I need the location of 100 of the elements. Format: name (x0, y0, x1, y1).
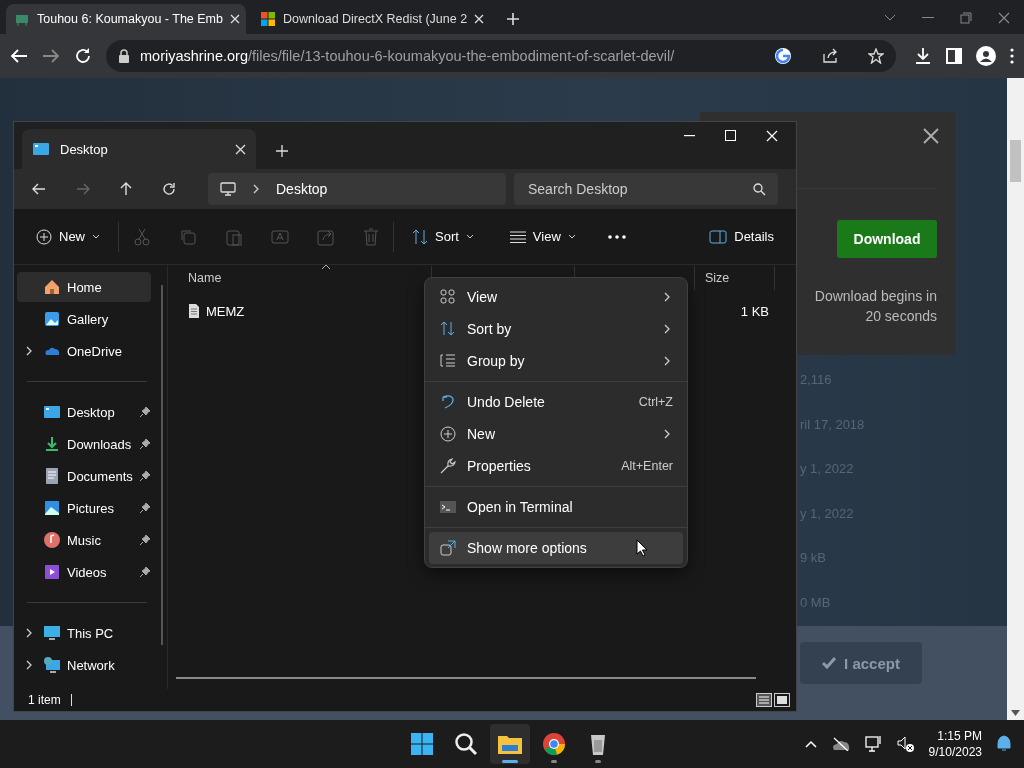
sort-icon (412, 228, 428, 245)
restore-icon[interactable] (960, 12, 972, 24)
nav-item[interactable]: Pictures (17, 493, 151, 523)
profile-icon[interactable] (976, 46, 996, 66)
clock[interactable]: 1:15 PM 9/10/2023 (928, 728, 982, 760)
text-file-icon (188, 303, 200, 319)
desktop-icon (43, 403, 61, 421)
nav-item[interactable]: Network (17, 650, 151, 680)
search-icon[interactable] (753, 183, 766, 196)
expand-chevron-icon[interactable] (25, 659, 33, 671)
caret-icon (465, 233, 474, 240)
more-icon[interactable] (607, 234, 626, 239)
menu-item[interactable]: Undo Delete Ctrl+Z (429, 386, 683, 418)
new-button[interactable]: New (32, 224, 104, 249)
wrench-icon (439, 457, 457, 475)
gallery-icon (43, 310, 61, 328)
menu-item[interactable]: New (429, 418, 683, 450)
close-icon[interactable] (923, 128, 939, 144)
file-name[interactable]: MEMZ (206, 303, 245, 319)
recycle-bin-icon (588, 732, 608, 756)
forward-icon[interactable] (76, 183, 90, 195)
sort-button[interactable]: Sort (408, 224, 478, 249)
download-icon[interactable] (914, 47, 932, 65)
monitor-icon (220, 181, 236, 197)
terminal-icon (439, 498, 457, 516)
tiles-view-icon[interactable] (774, 693, 790, 707)
forward-icon[interactable] (42, 48, 60, 64)
column-header[interactable]: Name (188, 271, 222, 285)
cloud-off-icon[interactable] (830, 737, 851, 751)
star-icon[interactable] (868, 48, 884, 64)
scroll-down-icon[interactable] (1011, 710, 1020, 716)
scrollbar[interactable] (1007, 78, 1024, 720)
refresh-icon[interactable] (162, 182, 176, 196)
speaker-muted-icon[interactable] (896, 735, 915, 753)
menu-item[interactable]: Open in Terminal (429, 491, 683, 523)
expand-chevron-icon[interactable] (25, 627, 33, 639)
address-bar[interactable]: Desktop (208, 173, 506, 205)
menu-item[interactable]: Sort by (429, 313, 683, 345)
scrollbar-thumb[interactable] (1010, 140, 1021, 182)
back-icon[interactable] (32, 183, 46, 195)
expand-icon (439, 539, 457, 557)
view-button[interactable]: View (505, 225, 580, 248)
new-tab-icon[interactable] (276, 145, 288, 157)
bell-icon[interactable] (996, 735, 1012, 753)
caret-icon[interactable] (884, 14, 896, 22)
nav-item[interactable]: Downloads (17, 429, 151, 459)
pin-icon (139, 406, 151, 418)
undo-icon (439, 393, 457, 411)
chrome-icon (542, 732, 566, 756)
address-bar[interactable]: moriyashrine.org/files/file/13-touhou-6-koumakyou-the-embodiment-of-scarlet-devil/ (106, 40, 896, 72)
menu-item[interactable]: Group by (429, 345, 683, 377)
download-button[interactable]: Download (837, 220, 937, 258)
video-icon (43, 563, 61, 581)
item-count: 1 item (28, 693, 61, 707)
menu-item[interactable]: Show more options (429, 532, 683, 564)
browser-tab[interactable]: Download DirectX Redist (June 2 (252, 4, 492, 34)
accept-button[interactable]: I accept (800, 642, 922, 684)
maximize-icon[interactable] (725, 130, 736, 141)
expand-chevron-icon[interactable] (25, 345, 33, 357)
plus-icon (36, 228, 52, 245)
chevron-up-icon[interactable] (804, 740, 817, 748)
share-icon[interactable] (822, 48, 838, 64)
explorer-tab[interactable]: Desktop (22, 129, 256, 169)
nav-item[interactable]: Documents (17, 461, 151, 491)
plus-icon (439, 425, 457, 443)
nav-item[interactable]: OneDrive (17, 336, 151, 366)
url-text: moriyashrine.org/files/file/13-touhou-6-koumakyou-the-embodiment-of-scarlet-devil/ (140, 48, 676, 64)
column-header[interactable]: Size (705, 271, 730, 285)
download-icon (43, 435, 61, 453)
lock-icon (118, 49, 130, 63)
menu-icon[interactable] (1010, 48, 1014, 64)
desktop-icon (32, 141, 50, 157)
windows-start-icon (410, 732, 434, 756)
new-tab-icon[interactable] (506, 12, 520, 26)
nav-item[interactable]: Home (17, 272, 151, 302)
nav-item[interactable]: Desktop (17, 397, 151, 427)
details-view-icon[interactable] (756, 693, 772, 707)
nav-item[interactable]: Videos (17, 557, 151, 587)
side-panel-icon[interactable] (946, 48, 962, 64)
lines-icon (509, 230, 526, 243)
network-icon (43, 656, 61, 674)
nav-item[interactable]: This PC (17, 618, 151, 648)
nav-item[interactable]: Gallery (17, 304, 151, 334)
network-icon[interactable] (864, 735, 883, 753)
search-field[interactable]: Search Desktop (514, 173, 778, 205)
picture-icon (43, 499, 61, 517)
pin-icon (139, 534, 151, 546)
home-icon (43, 278, 61, 296)
breadcrumb[interactable]: Desktop (276, 181, 328, 197)
menu-item[interactable]: Properties Alt+Enter (429, 450, 683, 482)
details-button[interactable]: Details (705, 225, 778, 248)
google-icon[interactable] (774, 47, 792, 65)
menu-item[interactable]: View (429, 281, 683, 313)
taskbar-app[interactable] (490, 724, 530, 764)
browser-tab[interactable]: Touhou 6: Koumakyou - The Emb (6, 4, 246, 34)
up-icon[interactable] (120, 182, 132, 196)
nav-item[interactable]: Music (17, 525, 151, 555)
search-icon (454, 732, 478, 756)
reload-icon[interactable] (74, 47, 92, 65)
document-icon (43, 467, 61, 485)
